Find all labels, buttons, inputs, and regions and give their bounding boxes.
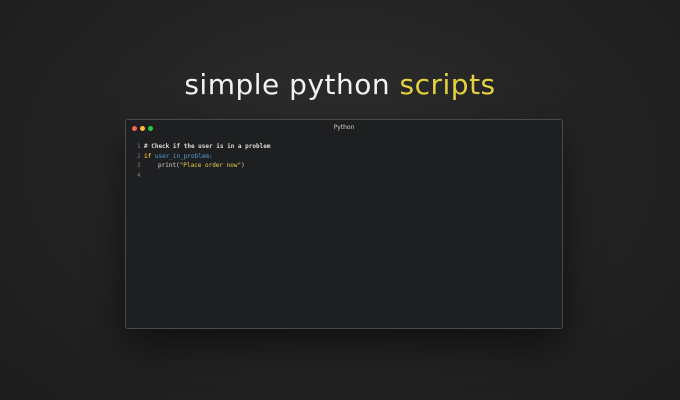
code-line: 1 # Check if the user is in a problem	[137, 142, 562, 152]
code-keyword: if	[144, 152, 152, 160]
code-line: 4	[137, 171, 562, 181]
window-title: Python	[333, 124, 355, 131]
code-area[interactable]: 1 # Check if the user is in a problem 2 if…	[126, 138, 562, 180]
code-paren-close: )	[241, 162, 245, 169]
line-number: 1	[137, 143, 141, 150]
code-condition: user_in_problem:	[154, 152, 213, 160]
line-number: 4	[137, 171, 141, 179]
window-titlebar: Python	[126, 120, 562, 138]
headline-accent: scripts	[399, 68, 496, 101]
code-line: 2 if user_in_problem:	[137, 152, 562, 162]
line-number: 2	[137, 152, 141, 160]
code-editor-window: Python 1 # Check if the user is in a prob…	[125, 119, 563, 329]
page-headline: simple python scripts	[0, 68, 680, 101]
code-comment: # Check if the user is in a problem	[144, 143, 271, 150]
code-string: "Place order now"	[179, 162, 242, 169]
line-number: 3	[137, 162, 141, 169]
headline-plain: simple python	[184, 68, 391, 101]
code-line: 3 print("Place order now")	[137, 161, 562, 171]
code-function-call: print(	[158, 162, 180, 169]
